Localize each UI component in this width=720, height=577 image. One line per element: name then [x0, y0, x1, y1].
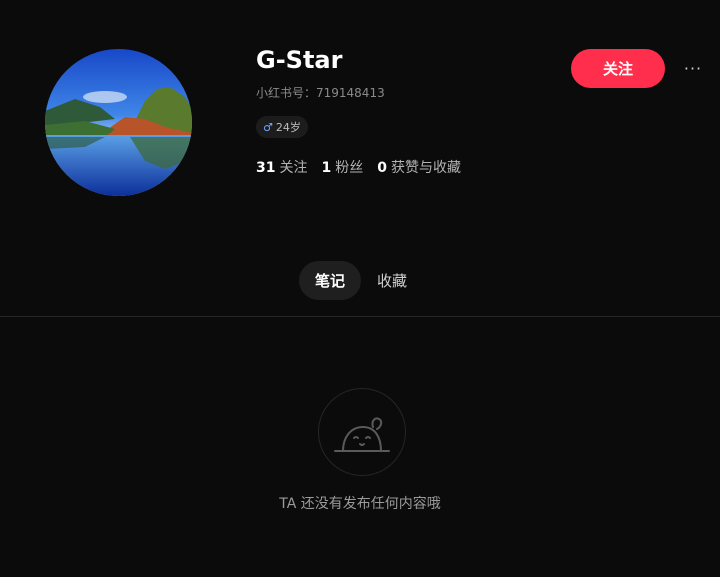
stat-followers[interactable]: 1 粉丝 — [321, 157, 363, 177]
stat-followers-count: 1 — [321, 160, 332, 176]
avatar[interactable] — [45, 49, 192, 196]
empty-notes-icon — [318, 388, 406, 476]
stat-following[interactable]: 31 关注 — [256, 157, 307, 177]
stat-following-label: 关注 — [279, 160, 308, 176]
stat-followers-label: 粉丝 — [335, 160, 364, 176]
profile-stats: 31 关注 1 粉丝 0 获赞与收藏 — [256, 157, 461, 177]
empty-state-message: TA 还没有发布任何内容哦 — [279, 496, 441, 512]
tab-divider — [0, 316, 720, 317]
stat-likes-collects: 0 获赞与收藏 — [377, 157, 461, 177]
profile-page: G-Star 小红书号：719148413 ♂ 24岁 31 关注 1 粉丝 0… — [0, 0, 720, 577]
tab-collections[interactable]: 收藏 — [361, 261, 423, 300]
username: G-Star — [256, 46, 343, 74]
tab-notes[interactable]: 笔记 — [299, 261, 362, 300]
more-options-icon[interactable]: ··· — [681, 56, 705, 80]
stat-following-count: 31 — [256, 160, 276, 176]
stat-likes-count: 0 — [377, 160, 387, 176]
stat-likes-label: 获赞与收藏 — [390, 160, 461, 176]
age-tag: ♂ 24岁 — [256, 116, 308, 138]
red-id: 小红书号：719148413 — [256, 86, 385, 100]
profile-tabs: 笔记 收藏 — [299, 261, 423, 300]
age-label: 24岁 — [275, 121, 301, 134]
avatar-landscape-image — [45, 49, 192, 196]
follow-button[interactable]: 关注 — [571, 49, 665, 88]
male-icon: ♂ — [263, 120, 273, 134]
